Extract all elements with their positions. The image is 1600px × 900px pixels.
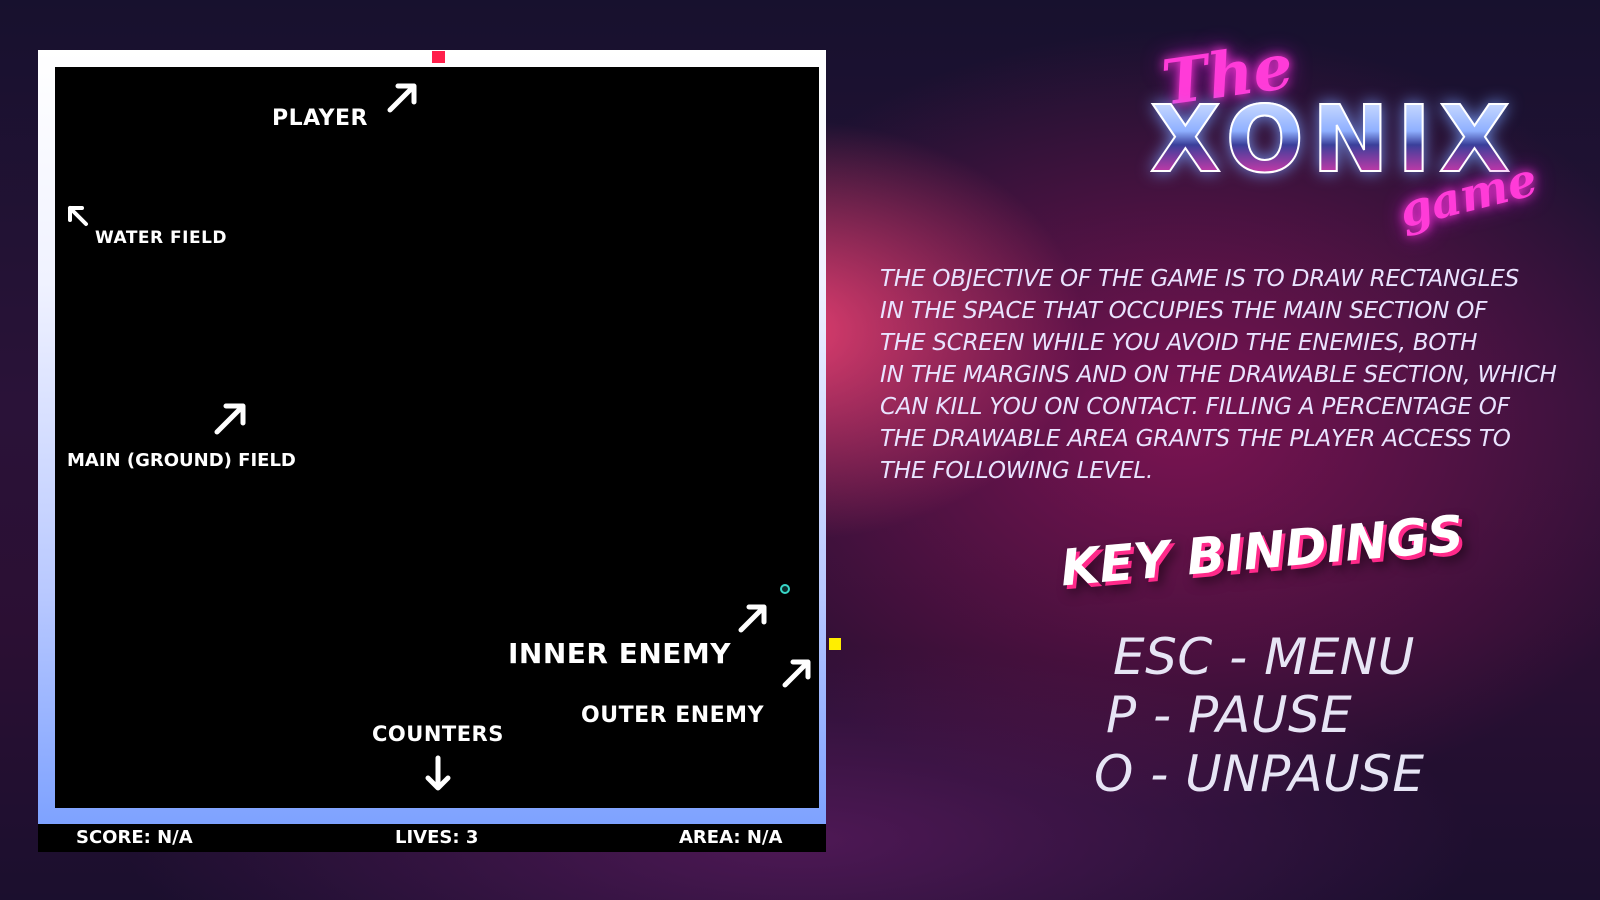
- key-binding-unpause: O - UNPAUSE: [1094, 745, 1425, 803]
- description-line: THE OBJECTIVE OF THE GAME IS TO DRAW REC…: [880, 266, 1519, 292]
- outer-enemy-label: OUTER ENEMY: [581, 703, 764, 728]
- player-label: PLAYER: [272, 106, 368, 131]
- arrow-down-icon: [425, 755, 451, 791]
- main-ground-field: [55, 67, 819, 808]
- arrow-up-right-icon: [782, 659, 811, 688]
- lives-counter: LIVES: 3: [395, 827, 479, 848]
- key-bindings-title: KEY BINDINGS: [1058, 504, 1466, 598]
- description-line: IN THE MARGINS AND ON THE DRAWABLE SECTI…: [880, 362, 1557, 388]
- description-line: THE FOLLOWING LEVEL.: [880, 458, 1154, 484]
- game-description: THE OBJECTIVE OF THE GAME IS TO DRAW REC…: [880, 263, 1580, 487]
- description-line: THE SCREEN WHILE YOU AVOID THE ENEMIES, …: [880, 330, 1478, 356]
- outer-enemy: [829, 638, 841, 650]
- description-line: IN THE SPACE THAT OCCUPIES THE MAIN SECT…: [880, 298, 1488, 324]
- arrow-up-right-icon: [387, 83, 417, 113]
- water-field-label: WATER FIELD: [95, 228, 228, 248]
- player: [432, 51, 445, 63]
- arrow-up-left-icon: [68, 206, 88, 226]
- counters-label: COUNTERS: [372, 722, 504, 746]
- area-counter: AREA: N/A: [679, 827, 783, 848]
- arrow-up-right-icon: [214, 403, 246, 435]
- description-line: CAN KILL YOU ON CONTACT. FILLING A PERCE…: [880, 394, 1510, 420]
- arrow-up-right-icon: [738, 604, 767, 633]
- score-counter: SCORE: N/A: [76, 827, 193, 848]
- key-binding-pause: P - PAUSE: [1106, 686, 1353, 744]
- inner-enemy: [780, 584, 790, 594]
- main-field-label: MAIN (GROUND) FIELD: [67, 450, 296, 471]
- description-line: THE DRAWABLE AREA GRANTS THE PLAYER ACCE…: [880, 426, 1511, 452]
- key-binding-esc: ESC - MENU: [1113, 628, 1415, 686]
- inner-enemy-label: INNER ENEMY: [508, 637, 732, 670]
